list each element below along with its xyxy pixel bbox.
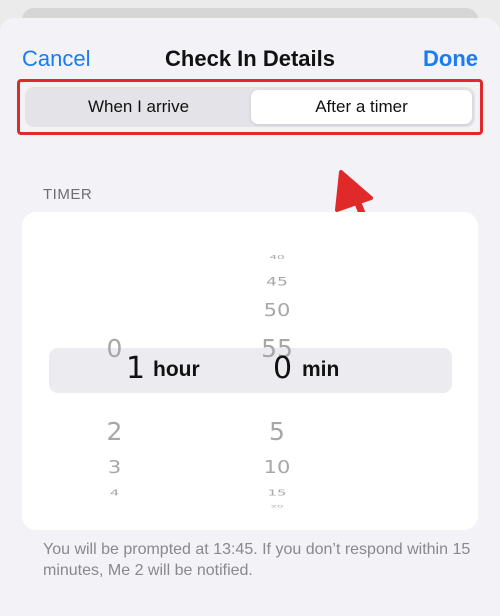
hours-unit-label: hour: [153, 358, 200, 381]
timer-notice-text: You will be prompted at 13:45. If you do…: [43, 541, 471, 579]
minutes-unit-label: min: [302, 358, 340, 381]
hour-option: 4: [109, 488, 120, 498]
timer-section-header: TIMER: [43, 186, 93, 203]
selected-hours-value: 1: [126, 351, 146, 386]
minute-option: 20: [270, 504, 284, 509]
hour-option: 0: [106, 334, 123, 363]
minute-option: 50: [263, 299, 291, 321]
minute-option: 40: [269, 253, 285, 261]
hour-option: 3: [107, 456, 122, 478]
hour-option: 2: [106, 417, 123, 446]
minute-option: 15: [267, 488, 287, 498]
minute-option: 10: [263, 456, 291, 478]
selected-minutes-value: 0: [273, 351, 293, 386]
minute-option: 45: [266, 275, 288, 289]
done-button[interactable]: Done: [423, 46, 478, 72]
annotation-highlight-box: [17, 79, 483, 135]
timer-picker-card: 0 2 3 4 1 hour 40 45 50 55 5 10 15 20 0 …: [22, 212, 478, 530]
minute-option: 5: [269, 417, 285, 446]
